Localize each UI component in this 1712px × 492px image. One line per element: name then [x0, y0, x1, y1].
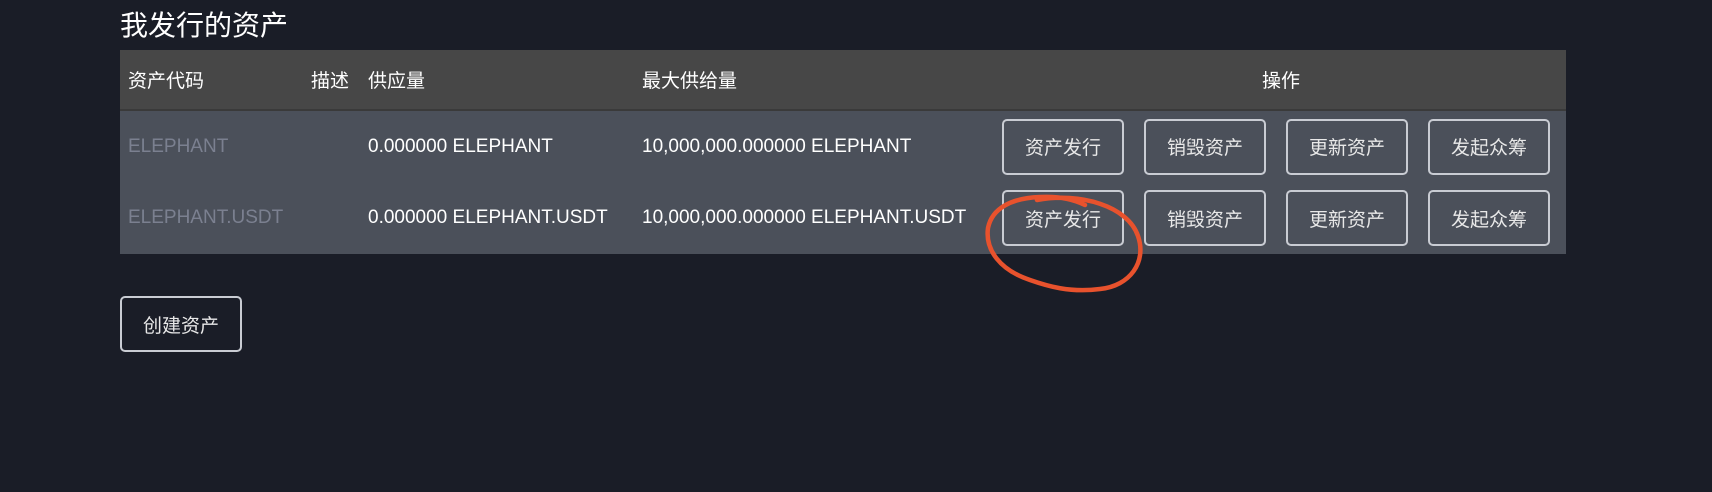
asset-code-link[interactable]: ELEPHANT.USDT: [120, 182, 303, 254]
column-header-supply: 供应量: [360, 50, 634, 111]
start-crowdfund-button[interactable]: 发起众筹: [1428, 190, 1550, 246]
update-asset-button[interactable]: 更新资产: [1286, 118, 1408, 175]
table-row: ELEPHANT.USDT 0.000000 ELEPHANT.USDT 10,…: [120, 182, 1566, 254]
asset-description: [303, 110, 360, 182]
asset-max-supply: 10,000,000.000000 ELEPHANT.USDT: [642, 207, 967, 228]
asset-max-supply: 10,000,000.000000 ELEPHANT: [642, 135, 912, 157]
assets-table: 资产代码 描述 供应量 最大供给量 操作 ELEPHANT 0.000000 E…: [120, 50, 1566, 254]
asset-description: [303, 182, 360, 254]
asset-supply: 0.000000 ELEPHANT: [368, 135, 553, 157]
column-header-code: 资产代码: [120, 50, 303, 111]
update-asset-button[interactable]: 更新资产: [1286, 190, 1408, 246]
row-actions: 资产发行 销毁资产 更新资产 发起众筹: [996, 110, 1566, 182]
create-asset-button[interactable]: 创建资产: [120, 296, 242, 352]
column-header-max-supply: 最大供给量: [634, 50, 996, 111]
issue-asset-button[interactable]: 资产发行: [1002, 118, 1124, 175]
row-actions: 资产发行 销毁资产 更新资产 发起众筹: [996, 182, 1566, 254]
column-header-description: 描述: [303, 50, 360, 111]
start-crowdfund-button[interactable]: 发起众筹: [1428, 118, 1550, 175]
burn-asset-button[interactable]: 销毁资产: [1144, 118, 1266, 175]
asset-supply: 0.000000 ELEPHANT.USDT: [368, 207, 608, 228]
page-title: 我发行的资产: [120, 9, 289, 42]
asset-code-link[interactable]: ELEPHANT: [120, 110, 303, 182]
table-row: ELEPHANT 0.000000 ELEPHANT 10,000,000.00…: [120, 110, 1566, 182]
column-header-operations: 操作: [996, 50, 1566, 111]
table-header-row: 资产代码 描述 供应量 最大供给量 操作: [120, 50, 1566, 111]
burn-asset-button[interactable]: 销毁资产: [1144, 190, 1266, 246]
issue-asset-button[interactable]: 资产发行: [1002, 190, 1124, 246]
